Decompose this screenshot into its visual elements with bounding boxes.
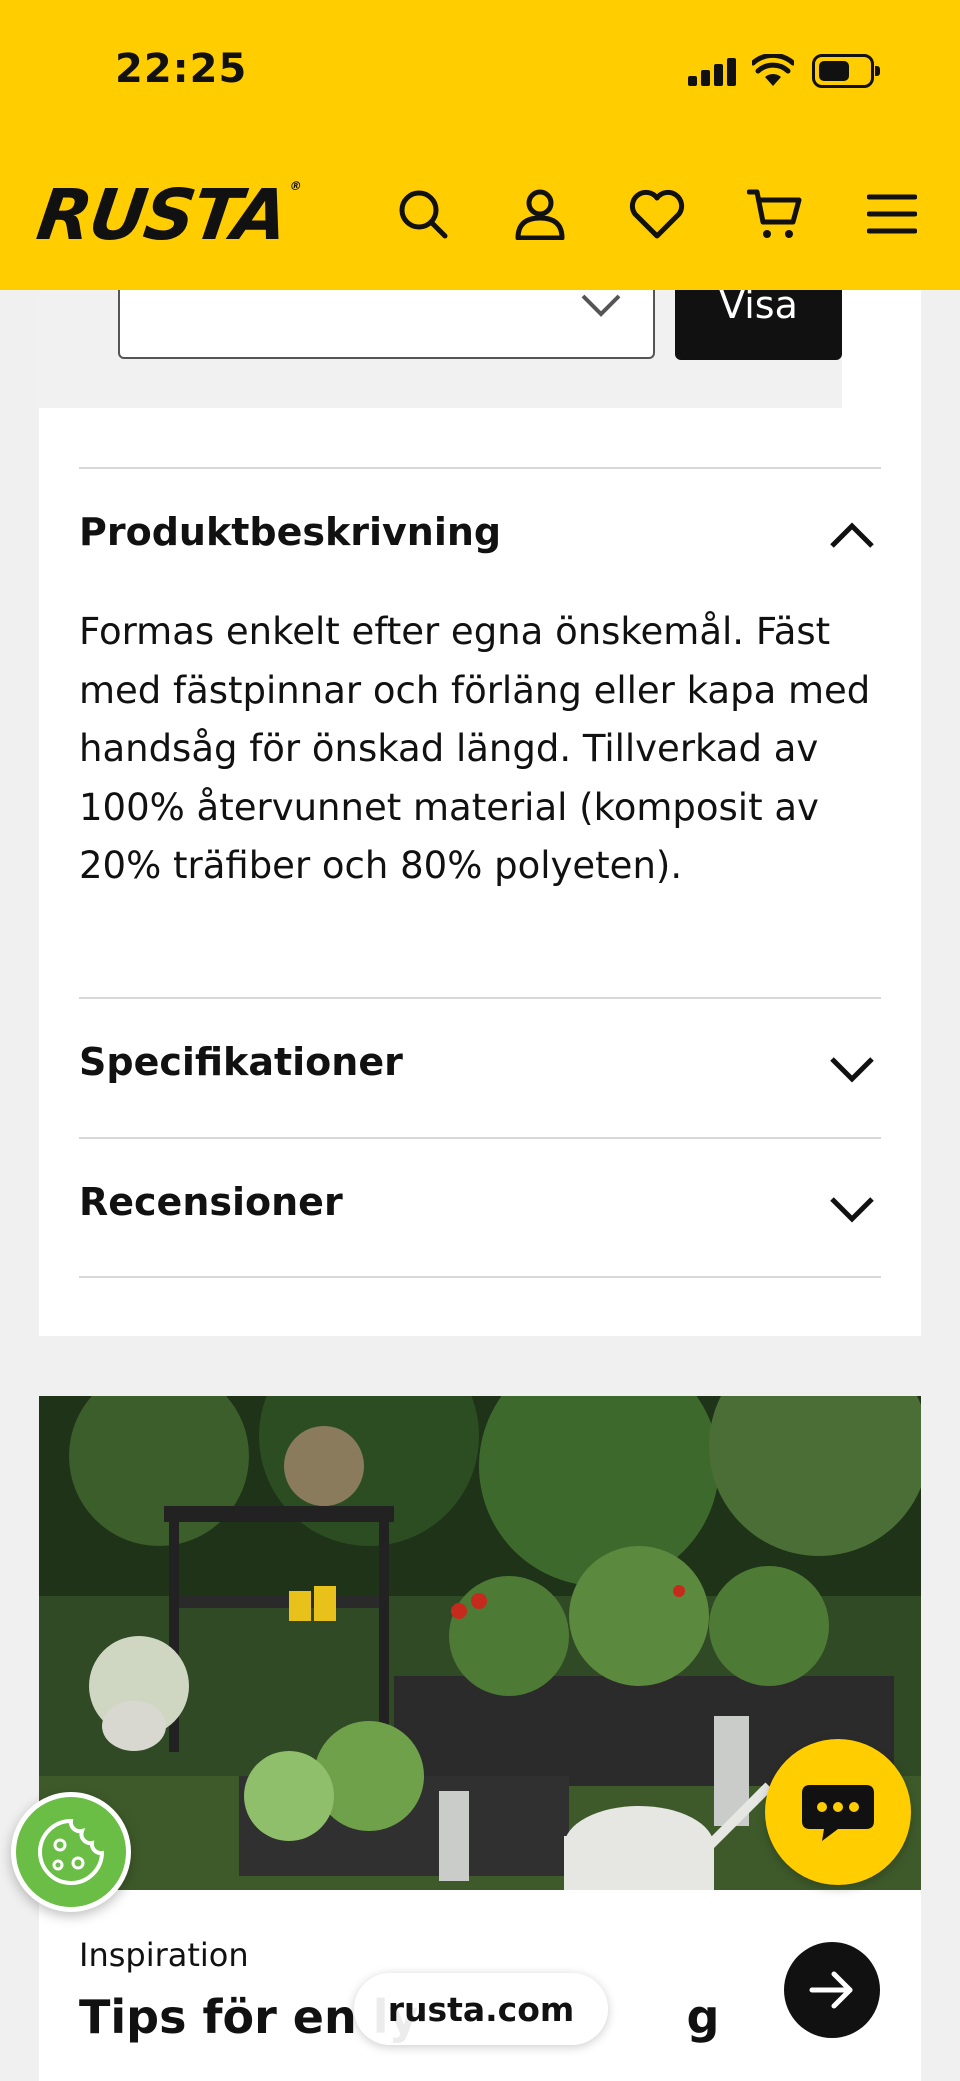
cart-icon[interactable] [745, 184, 805, 244]
account-icon[interactable] [510, 184, 570, 244]
accordion-title-specifikationer[interactable]: Specifikationer [79, 1040, 403, 1084]
chevron-down-icon[interactable] [822, 1040, 882, 1100]
chevron-up-icon[interactable] [822, 505, 882, 565]
menu-icon[interactable] [862, 184, 922, 244]
arrow-right-icon [809, 1971, 853, 2009]
heart-icon[interactable] [627, 184, 687, 244]
accordion-title-produktbeskrivning[interactable]: Produktbeskrivning [79, 510, 501, 554]
chevron-down-icon[interactable] [822, 1180, 882, 1240]
chat-button[interactable] [765, 1739, 911, 1885]
accordion-title-recensioner[interactable]: Recensioner [79, 1180, 343, 1224]
divider [79, 1137, 881, 1139]
variant-select[interactable] [118, 290, 655, 359]
chevron-down-icon [581, 294, 621, 317]
inspiration-kicker: Inspiration [79, 1936, 249, 1974]
battery-icon [812, 54, 880, 88]
search-icon[interactable] [393, 184, 453, 244]
browser-url-bar[interactable]: rusta.com [354, 1973, 608, 2045]
chat-bubble-icon [802, 1785, 874, 1841]
arrow-right-button[interactable] [784, 1942, 880, 2038]
app-header: 22:25 RUSTA® [0, 0, 960, 290]
visa-button[interactable]: Visa [675, 286, 842, 360]
divider [79, 467, 881, 469]
cellular-signal-icon [688, 58, 738, 86]
rusta-logo[interactable]: RUSTA® [32, 174, 300, 256]
cookie-settings-button[interactable] [11, 1792, 131, 1912]
divider [79, 1276, 881, 1278]
product-description: Formas enkelt efter egna önskemål. Fäst … [79, 610, 871, 887]
status-time: 22:25 [115, 46, 248, 92]
divider [79, 997, 881, 999]
wifi-icon [752, 54, 794, 86]
cookie-icon [38, 1818, 105, 1885]
